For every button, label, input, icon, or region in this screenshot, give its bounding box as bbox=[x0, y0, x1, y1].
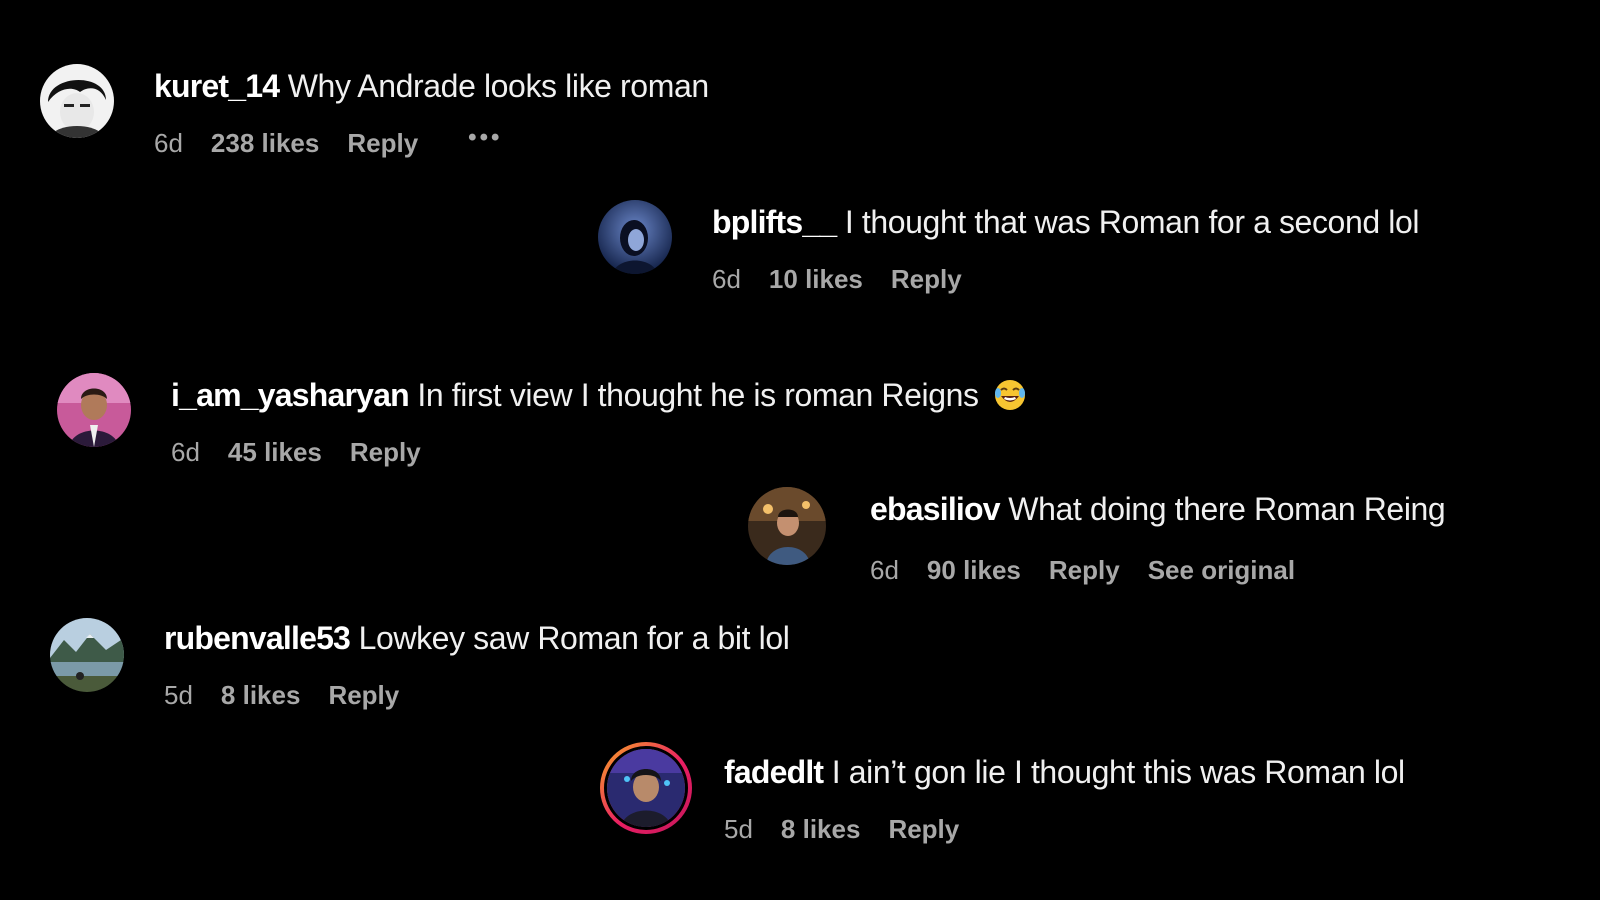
comment-meta: 5d 8 likes Reply bbox=[724, 814, 987, 845]
comment-meta: 6d 238 likes Reply ••• bbox=[154, 124, 530, 159]
see-original-button[interactable]: See original bbox=[1148, 555, 1295, 586]
likes-count[interactable]: 10 likes bbox=[769, 264, 863, 295]
reply-button[interactable]: Reply bbox=[888, 814, 959, 845]
comment-meta: 6d 10 likes Reply bbox=[712, 264, 990, 295]
user-avatar[interactable] bbox=[50, 618, 124, 692]
timestamp: 5d bbox=[724, 814, 753, 844]
likes-count[interactable]: 8 likes bbox=[781, 814, 861, 845]
username[interactable]: rubenvalle53 bbox=[164, 620, 351, 656]
user-avatar[interactable] bbox=[40, 64, 114, 138]
timestamp: 6d bbox=[712, 264, 741, 294]
comment-meta: 6d 90 likes Reply See original bbox=[870, 555, 1323, 586]
comment-meta: 6d 45 likes Reply bbox=[171, 437, 449, 468]
comment-text: I ain’t gon lie I thought this was Roman… bbox=[831, 754, 1405, 790]
comment-line: rubenvalle53 Lowkey saw Roman for a bit … bbox=[164, 620, 790, 657]
likes-count[interactable]: 45 likes bbox=[228, 437, 322, 468]
likes-count[interactable]: 238 likes bbox=[211, 128, 319, 159]
user-avatar-story-ring[interactable] bbox=[600, 742, 692, 834]
username[interactable]: ebasiliov bbox=[870, 491, 1001, 527]
username[interactable]: fadedlt bbox=[724, 754, 824, 790]
likes-count[interactable]: 90 likes bbox=[927, 555, 1021, 586]
comment-line: bplifts__ I thought that was Roman for a… bbox=[712, 204, 1419, 241]
timestamp: 6d bbox=[154, 128, 183, 158]
comment-meta: 5d 8 likes Reply bbox=[164, 680, 427, 711]
username[interactable]: bplifts__ bbox=[712, 204, 837, 240]
comment-line: fadedlt I ain’t gon lie I thought this w… bbox=[724, 754, 1405, 791]
laughing-tears-emoji-icon bbox=[993, 378, 1027, 412]
comment-line: kuret_14 Why Andrade looks like roman bbox=[154, 68, 709, 105]
username[interactable]: kuret_14 bbox=[154, 68, 280, 104]
timestamp: 5d bbox=[164, 680, 193, 710]
comment-text: Lowkey saw Roman for a bit lol bbox=[358, 620, 790, 656]
reply-button[interactable]: Reply bbox=[347, 128, 418, 159]
username[interactable]: i_am_yasharyan bbox=[171, 377, 410, 413]
timestamp: 6d bbox=[870, 555, 899, 585]
comment-text: I thought that was Roman for a second lo… bbox=[844, 204, 1420, 240]
timestamp: 6d bbox=[171, 437, 200, 467]
comment-text: In first view I thought he is roman Reig… bbox=[417, 377, 979, 413]
reply-button[interactable]: Reply bbox=[328, 680, 399, 711]
more-options-icon[interactable]: ••• bbox=[468, 124, 502, 152]
comment-line: ebasiliov What doing there Roman Reing bbox=[870, 491, 1446, 528]
comment-line: i_am_yasharyan In first view I thought h… bbox=[171, 377, 1027, 414]
user-avatar[interactable] bbox=[598, 200, 672, 274]
comment-text: What doing there Roman Reing bbox=[1008, 491, 1446, 527]
user-avatar[interactable] bbox=[57, 373, 131, 447]
comment-text: Why Andrade looks like roman bbox=[287, 68, 709, 104]
reply-button[interactable]: Reply bbox=[1049, 555, 1120, 586]
reply-button[interactable]: Reply bbox=[891, 264, 962, 295]
likes-count[interactable]: 8 likes bbox=[221, 680, 301, 711]
user-avatar[interactable] bbox=[748, 487, 826, 565]
reply-button[interactable]: Reply bbox=[350, 437, 421, 468]
